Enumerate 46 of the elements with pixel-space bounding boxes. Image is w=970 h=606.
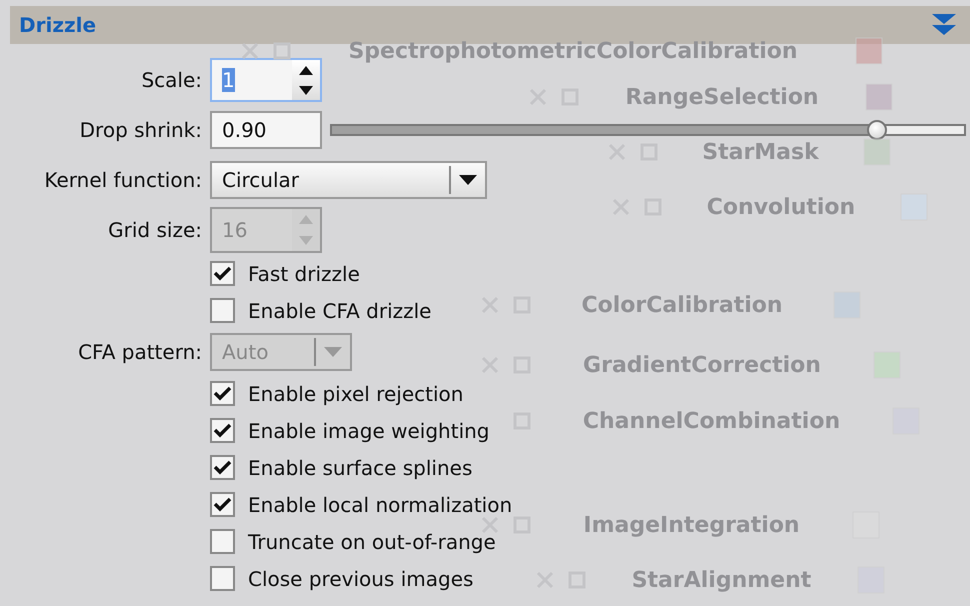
process-label[interactable]: Convolution xyxy=(676,194,886,220)
checkbox[interactable] xyxy=(210,455,235,480)
down-arrow-icon[interactable] xyxy=(299,86,313,94)
checkbox-label: Fast drizzle xyxy=(248,262,360,286)
checkbox-label: Enable surface splines xyxy=(248,456,472,480)
checkbox[interactable] xyxy=(210,381,235,406)
field-label: Scale: xyxy=(140,68,202,92)
spin-box[interactable]: 1 xyxy=(210,58,322,102)
dropdown[interactable]: Circular xyxy=(210,161,487,199)
checkbox[interactable] xyxy=(210,261,235,286)
collapse-icon[interactable] xyxy=(932,14,956,36)
process-label[interactable]: GradientCorrection xyxy=(545,352,859,378)
process-label[interactable]: StarAlignment xyxy=(600,568,843,592)
section-header[interactable]: Drizzle xyxy=(10,6,970,44)
checkbox-label: Enable image weighting xyxy=(248,418,490,442)
caret-icon xyxy=(459,175,477,185)
checkbox[interactable] xyxy=(210,529,235,554)
checkbox[interactable] xyxy=(210,566,235,591)
checkbox[interactable] xyxy=(210,298,235,323)
process-label[interactable]: ImageIntegration xyxy=(545,512,838,538)
square-icon[interactable] xyxy=(273,42,291,60)
process-label[interactable]: ColorCalibration xyxy=(545,292,819,318)
checkbox-label: Enable local normalization xyxy=(248,492,512,516)
field-label: Grid size: xyxy=(107,218,202,242)
process-thumbnail-icon xyxy=(865,83,893,111)
checkbox-label: Close previous images xyxy=(248,566,474,590)
process-label[interactable]: RangeSelection xyxy=(593,84,851,110)
field-label: Drop shrink: xyxy=(78,118,202,142)
process-thumbnail-icon xyxy=(863,138,891,166)
field-label: Kernel function: xyxy=(43,168,202,192)
slider[interactable] xyxy=(330,118,966,142)
checkbox[interactable] xyxy=(210,418,235,443)
checkbox-label: Truncate on out-of-range xyxy=(248,530,496,554)
process-thumbnail-icon xyxy=(855,37,883,65)
checkbox[interactable] xyxy=(210,492,235,517)
process-label[interactable]: ChannelCombination xyxy=(545,408,878,434)
checkbox-label: Enable pixel rejection xyxy=(248,382,464,406)
process-label[interactable]: StarMask xyxy=(672,140,849,164)
checkbox-label: Enable CFA drizzle xyxy=(248,298,432,322)
caret-icon xyxy=(324,347,342,357)
up-arrow-icon[interactable] xyxy=(299,66,313,74)
field-label: CFA pattern: xyxy=(77,340,202,364)
slider-thumb[interactable] xyxy=(866,120,887,140)
value-field[interactable]: 0.90 xyxy=(210,111,322,149)
close-icon[interactable] xyxy=(241,42,259,60)
section-title: Drizzle xyxy=(19,13,96,37)
